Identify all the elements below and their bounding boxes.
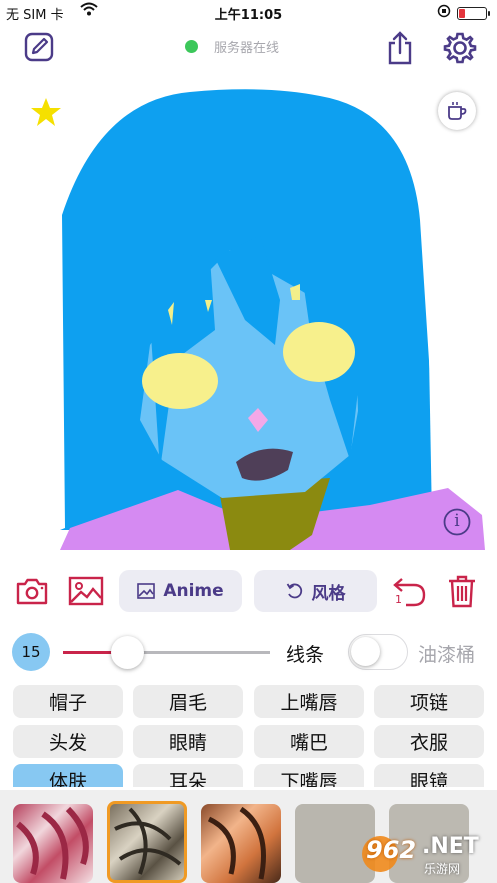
undo-count: 1	[395, 593, 402, 606]
part-mouth[interactable]: 嘴巴	[254, 725, 364, 758]
delete-button[interactable]	[447, 574, 477, 612]
info-button[interactable]: i	[443, 508, 471, 536]
part-skin[interactable]: 体肤	[13, 764, 123, 787]
trash-icon	[449, 575, 475, 608]
camera-icon	[16, 578, 48, 605]
parts-grid: 帽子 眉毛 上嘴唇 项链 头发 眼睛 嘴巴 衣服 体肤 耳朵 下嘴唇 眼镜	[0, 683, 497, 787]
undo-button[interactable]: 1	[390, 575, 428, 609]
style-label: 风格	[311, 583, 346, 604]
gallery-button[interactable]	[68, 575, 104, 611]
part-hat[interactable]: 帽子	[13, 685, 123, 718]
watermark-suffix: .NET	[422, 834, 479, 859]
paint-bucket-label: 油漆桶	[418, 644, 476, 666]
part-eyebrows[interactable]: 眉毛	[133, 685, 243, 718]
part-eyes[interactable]: 眼睛	[133, 725, 243, 758]
settings-button[interactable]	[442, 30, 478, 66]
drawing-canvas[interactable]	[0, 80, 497, 556]
coffee-button[interactable]	[438, 92, 476, 130]
watermark-brand: 962	[366, 836, 417, 864]
edit-icon	[24, 32, 54, 62]
server-status: 服务器在线	[185, 37, 279, 56]
brush-size-badge: 15	[12, 633, 50, 671]
part-glasses[interactable]: 眼镜	[374, 764, 484, 787]
info-glyph: i	[454, 511, 460, 531]
share-icon	[388, 31, 412, 65]
style-thumbnail-selected[interactable]	[107, 801, 187, 883]
anime-label: Anime	[163, 581, 224, 601]
paint-bucket-toggle[interactable]	[348, 634, 408, 670]
part-upper-lip[interactable]: 上嘴唇	[254, 685, 364, 718]
site-watermark: 962 .NET 乐游网	[360, 832, 492, 878]
coffee-cup-icon	[448, 102, 467, 120]
share-button[interactable]	[382, 30, 418, 66]
style-thumbnail[interactable]	[13, 804, 93, 883]
status-bar: 无 SIM 卡 上午11:05	[0, 0, 497, 26]
status-right	[437, 4, 490, 22]
gear-icon	[443, 32, 477, 64]
part-clothes[interactable]: 衣服	[374, 725, 484, 758]
camera-button[interactable]	[15, 575, 49, 611]
style-thumbnail[interactable]	[201, 804, 281, 883]
battery-icon	[457, 6, 490, 20]
part-lower-lip[interactable]: 下嘴唇	[254, 764, 364, 787]
refresh-icon	[286, 583, 302, 599]
server-online-dot	[185, 40, 198, 53]
server-status-label: 服务器在线	[214, 41, 280, 56]
part-hair[interactable]: 头发	[13, 725, 123, 758]
part-ears[interactable]: 耳朵	[133, 764, 243, 787]
style-button[interactable]: 风格	[254, 570, 377, 612]
part-necklace[interactable]: 项链	[374, 685, 484, 718]
new-drawing-button[interactable]	[21, 29, 57, 65]
orientation-lock-icon	[437, 4, 451, 22]
clock: 上午11:05	[214, 8, 283, 23]
image-icon	[68, 576, 104, 606]
brush-size-value: 15	[21, 643, 41, 661]
brush-slider-thumb[interactable]	[111, 636, 144, 669]
favorite-star-icon[interactable]	[30, 97, 62, 131]
anime-face-drawing	[60, 89, 485, 550]
brush-slider-track[interactable]	[128, 651, 270, 654]
line-mode-label: 线条	[286, 644, 325, 666]
watermark-sub: 乐游网	[424, 862, 461, 876]
anime-model-button[interactable]: Anime	[119, 570, 242, 612]
picture-icon	[137, 583, 156, 599]
